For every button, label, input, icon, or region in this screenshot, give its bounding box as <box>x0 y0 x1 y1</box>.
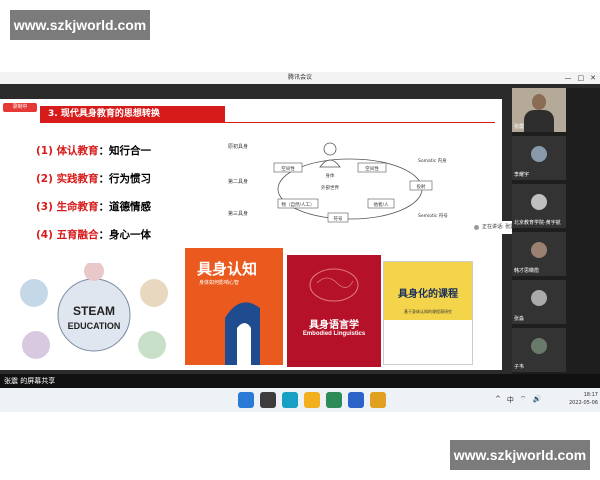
svg-text:身体: 身体 <box>326 172 335 179</box>
maximize-button[interactable]: □ <box>578 72 585 84</box>
svg-text:空间性: 空间性 <box>365 165 379 172</box>
input-method-icon[interactable]: 中 <box>507 395 514 405</box>
clock-time: 18:17 <box>583 392 598 398</box>
svg-text:符号: 符号 <box>334 215 343 222</box>
close-button[interactable]: ✕ <box>590 72 596 84</box>
avatar <box>531 194 547 210</box>
tray-overflow-icon[interactable]: ^ <box>495 395 501 405</box>
windows-taskbar: ^ 中 ⌔ 🔊 18:17 2022-05-06 <box>0 388 600 412</box>
edge-icon[interactable] <box>282 392 298 408</box>
meeting-app-icon[interactable] <box>326 392 342 408</box>
file-explorer-icon[interactable] <box>304 392 320 408</box>
svg-text:空间性: 空间性 <box>281 165 295 172</box>
participant-panel[interactable]: 张震 李耀宇 北京教育学院-黄宇航 韩才思橄榄 张淼 子韦 <box>512 88 600 374</box>
taskbar-clock[interactable]: 18:17 2022-05-06 <box>560 391 598 407</box>
brain-icon <box>309 268 359 302</box>
watermark-top: www.szkjworld.com <box>10 10 150 40</box>
point-1: (1) 体认教育：知行合一 <box>36 145 152 157</box>
svg-text:物（自然/人工）: 物（自然/人工） <box>281 201 314 208</box>
person-head-icon <box>323 142 337 156</box>
point-2: (2) 实践教育：行为惯习 <box>36 173 152 185</box>
participant-name: 张震 <box>514 124 525 130</box>
svg-text:Semiotic 符号: Semiotic 符号 <box>418 212 448 219</box>
svg-text:外部世界: 外部世界 <box>321 184 339 191</box>
screen-share-bar[interactable]: 张震 的屏幕共享 <box>0 374 600 388</box>
minimize-button[interactable]: — <box>565 72 572 84</box>
participant-name: 子韦 <box>514 364 525 370</box>
svg-text:Somatic 内身: Somatic 内身 <box>418 157 447 164</box>
participant-name: 李耀宇 <box>514 172 530 178</box>
window-titlebar: 腾讯会议 — □ ✕ <box>0 72 600 84</box>
meeting-window: 腾讯会议 — □ ✕ 录制中 3. 现代具身教育的思想转换 (1) 体认教育：知… <box>0 72 600 412</box>
shared-slide: 录制中 3. 现代具身教育的思想转换 (1) 体认教育：知行合一 (2) 实践教… <box>0 99 502 370</box>
participant-tile[interactable]: 韩才思橄榄 <box>512 232 566 276</box>
volume-icon[interactable]: 🔊 <box>532 395 541 405</box>
clock-date: 2022-05-06 <box>568 400 598 406</box>
book-embodied-curriculum: 具身化的课程 基于身体认知的课程观研究 <box>383 261 473 365</box>
task-view-icon[interactable] <box>260 392 276 408</box>
svg-text:他者/人: 他者/人 <box>373 201 389 208</box>
svg-text:投射: 投射 <box>417 183 426 190</box>
education-points: (1) 体认教育：知行合一 (2) 实践教育：行为惯习 (3) 生命教育：道德情… <box>36 143 206 255</box>
store-icon[interactable] <box>348 392 364 408</box>
participant-tile[interactable]: 北京教育学院-黄宇航 <box>512 184 566 228</box>
window-title: 腾讯会议 <box>287 74 312 81</box>
participant-tile[interactable]: 子韦 <box>512 328 566 372</box>
book-embodied-linguistics: 具身语言学 Embodied Linguistics <box>287 255 381 367</box>
heading-rule <box>225 122 495 123</box>
embodiment-diagram: 原初具身 第二具身 第三具身 空间性 身体 空间性 外部世界 物（自然/人工） … <box>228 142 448 223</box>
diagram-row-1: 原初具身 <box>228 143 248 150</box>
participant-tile[interactable]: 张震 <box>512 88 566 132</box>
diagram-row-3: 第三具身 <box>228 210 248 217</box>
participant-tile[interactable]: 张淼 <box>512 280 566 324</box>
watermark-bottom: www.szkjworld.com <box>450 440 590 470</box>
steam-illustration: STEAM EDUCATION <box>20 263 168 359</box>
screen-share-label: 张震 的屏幕共享 <box>4 377 56 385</box>
avatar <box>531 242 547 258</box>
avatar <box>531 338 547 354</box>
chrome-icon[interactable] <box>370 392 386 408</box>
mic-icon <box>474 225 479 230</box>
wifi-icon[interactable]: ⌔ <box>520 395 527 405</box>
avatar <box>531 290 547 306</box>
slide-heading: 3. 现代具身教育的思想转换 <box>40 106 225 123</box>
steam-title: STEAM <box>73 304 115 318</box>
steam-subtitle: EDUCATION <box>68 321 121 331</box>
diagram-row-2: 第二具身 <box>228 178 248 185</box>
participant-name: 韩才思橄榄 <box>514 268 540 274</box>
participant-name: 张淼 <box>514 316 525 322</box>
participant-tile[interactable]: 李耀宇 <box>512 136 566 180</box>
start-icon[interactable] <box>238 392 254 408</box>
point-3: (3) 生命教育：道德情感 <box>36 201 152 213</box>
taskbar-apps <box>238 392 386 408</box>
recording-badge[interactable]: 录制中 <box>3 103 37 112</box>
avatar <box>531 146 547 162</box>
book-embodied-cognition: 具身认知 身体如何影响心智 <box>185 248 283 365</box>
system-tray[interactable]: ^ 中 ⌔ 🔊 <box>495 395 541 405</box>
participant-name: 北京教育学院-黄宇航 <box>514 220 561 226</box>
point-4: (4) 五育融合：身心一体 <box>36 229 152 241</box>
